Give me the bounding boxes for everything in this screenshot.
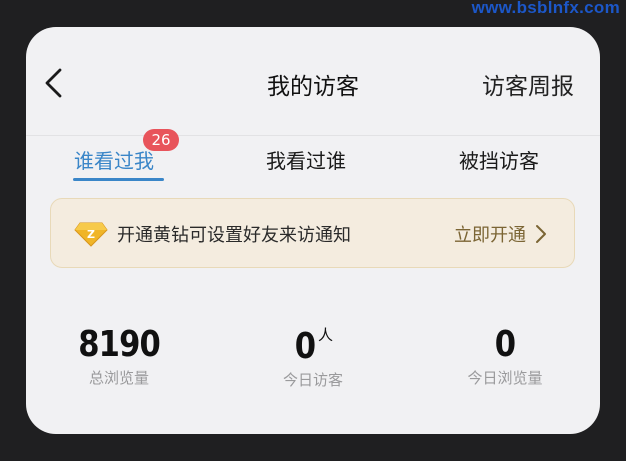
watermark: www.bsblnfx.com xyxy=(471,0,620,17)
active-tab-indicator xyxy=(73,178,164,181)
yellow-diamond-icon: Z xyxy=(74,222,108,247)
tab-who-viewed-me[interactable]: 谁看过我 xyxy=(74,145,154,174)
activate-now-button[interactable]: 立即开通 xyxy=(454,221,526,247)
tab-blocked-visitors[interactable]: 被挡访客 xyxy=(459,145,539,174)
today-visitors-unit: 人 xyxy=(318,326,334,344)
today-visitors-value: 0 xyxy=(294,326,316,367)
weekly-report-link[interactable]: 访客周报 xyxy=(482,67,574,101)
visitors-panel: 我的访客 访客周报 谁看过我 26 我看过谁 被挡访客 Z 开通黄钻可设置好友来… xyxy=(26,27,600,434)
stat-today-visitors: 0人 今日访客 xyxy=(223,324,403,390)
stat-total-views: 8190 总浏览量 xyxy=(29,324,209,388)
svg-text:Z: Z xyxy=(87,228,95,241)
today-views-label: 今日浏览量 xyxy=(467,369,543,387)
chevron-right-icon xyxy=(536,225,546,243)
today-visitors-label: 今日访客 xyxy=(282,371,343,389)
total-views-value: 8190 xyxy=(78,324,161,365)
today-views-value: 0 xyxy=(494,324,516,365)
promo-text: 开通黄钻可设置好友来访通知 xyxy=(117,225,351,246)
unread-badge: 26 xyxy=(143,129,179,151)
yellow-diamond-promo-banner[interactable]: Z 开通黄钻可设置好友来访通知 立即开通 xyxy=(50,198,575,268)
total-views-label: 总浏览量 xyxy=(88,369,149,387)
stat-today-views: 0 今日浏览量 xyxy=(415,324,595,388)
tab-whom-i-viewed[interactable]: 我看过谁 xyxy=(266,145,346,174)
header-bar: 我的访客 访客周报 xyxy=(26,27,600,136)
